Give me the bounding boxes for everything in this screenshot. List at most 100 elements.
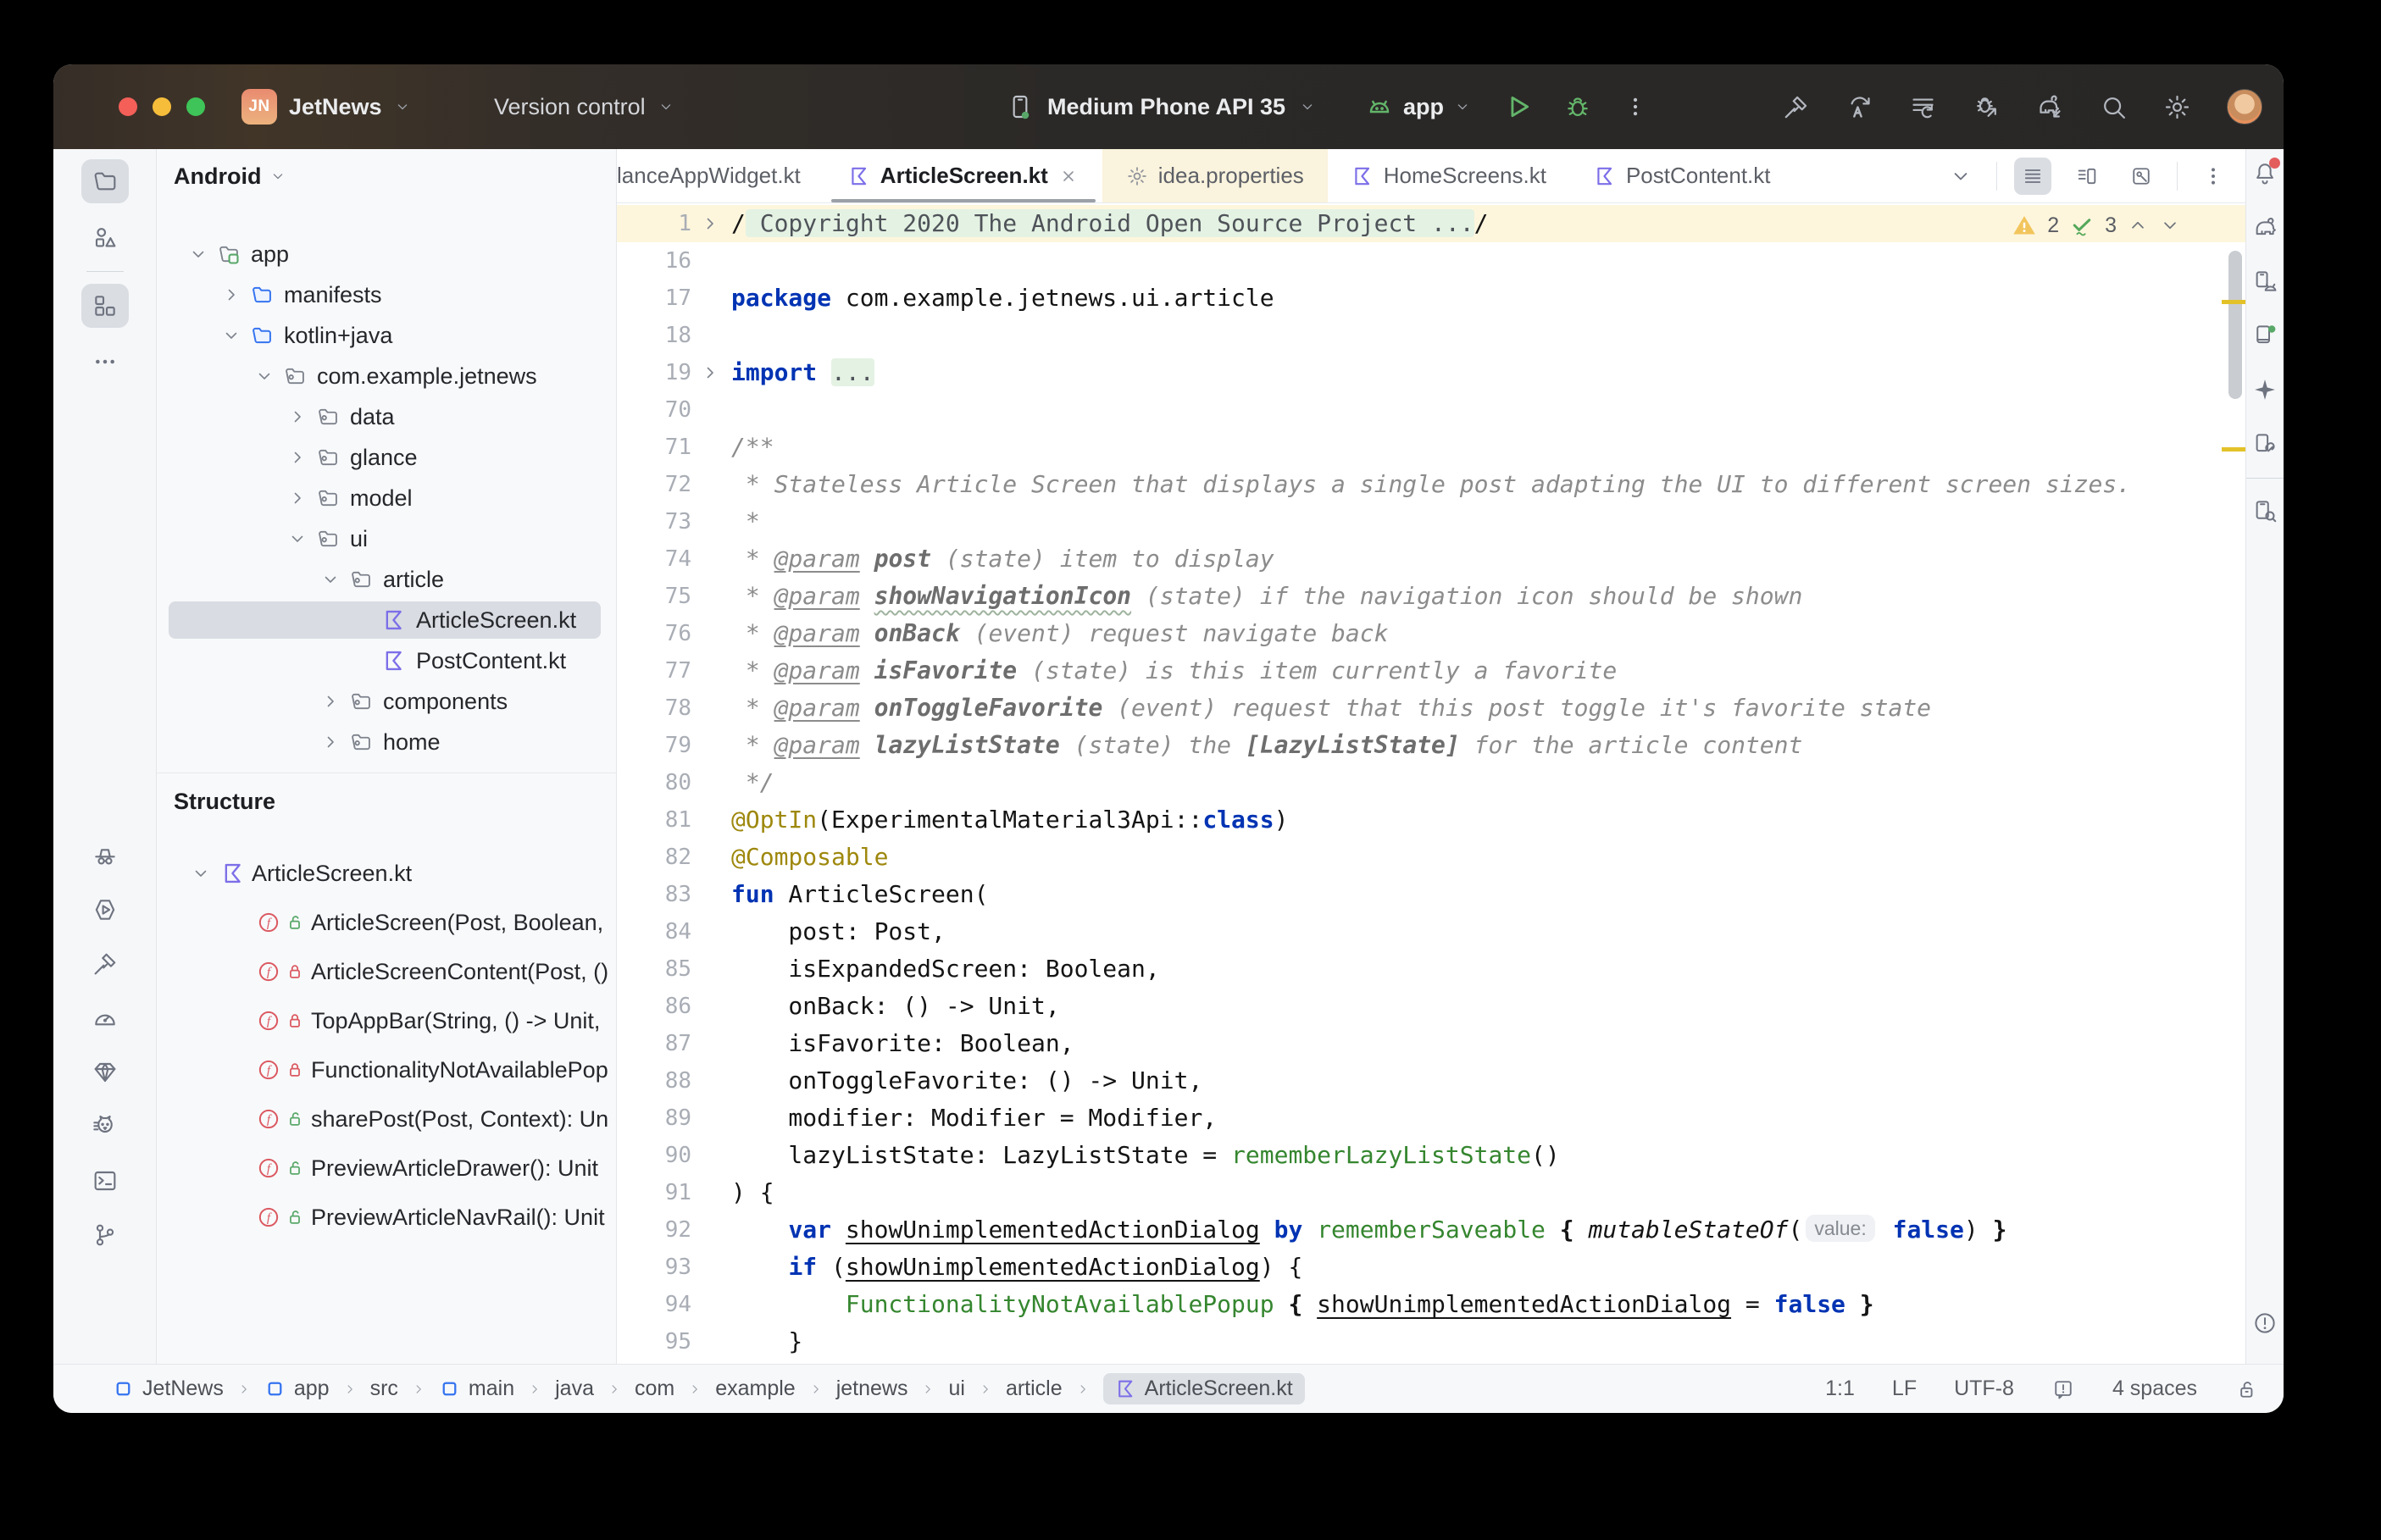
code-line[interactable]: 80 */ (617, 764, 2245, 801)
chevron-down-icon[interactable] (320, 569, 341, 590)
more-actions-button[interactable] (1623, 94, 1648, 119)
project-tree-item[interactable]: manifests (157, 274, 616, 315)
previous-issue-button[interactable] (2127, 214, 2149, 236)
project-tree-item[interactable]: app (157, 234, 616, 274)
code-view-button[interactable] (2014, 157, 2051, 195)
code-line[interactable]: 95 } (617, 1323, 2245, 1360)
resource-manager-button[interactable] (81, 215, 129, 259)
debug-button[interactable] (1563, 92, 1592, 121)
build-button[interactable] (1782, 93, 1810, 121)
code-line[interactable]: 93 if (showUnimplementedActionDialog) { (617, 1249, 2245, 1286)
gemini-button[interactable] (2248, 369, 2282, 410)
structure-panel-header[interactable]: Structure (157, 773, 616, 830)
fold-chevron-icon[interactable] (700, 213, 720, 234)
code-line[interactable]: 85 isExpandedScreen: Boolean, (617, 950, 2245, 988)
code-line[interactable]: 74 * @param post (state) item to display (617, 540, 2245, 578)
minimize-window-button[interactable] (153, 97, 171, 116)
code-line[interactable]: 18 (617, 317, 2245, 354)
project-tree-item[interactable]: home (157, 722, 616, 762)
code-line[interactable]: 77 * @param isFavorite (state) is this i… (617, 652, 2245, 690)
project-tree-item[interactable]: ui (157, 518, 616, 559)
project-tree-item[interactable]: model (157, 478, 616, 518)
avatar[interactable] (2227, 89, 2262, 125)
breadcrumb-item[interactable]: ui (948, 1377, 964, 1401)
code-line[interactable]: 1 / Copyright 2020 The Android Open Sour… (617, 205, 2245, 242)
breadcrumb-item[interactable]: main (439, 1377, 514, 1401)
close-window-button[interactable] (119, 97, 137, 116)
editor-tab[interactable]: HomeScreens.kt (1328, 149, 1570, 202)
chevron-right-icon[interactable] (221, 285, 241, 305)
run-button[interactable] (1504, 92, 1533, 121)
device-mirroring-button[interactable] (2248, 424, 2282, 464)
breadcrumb-item[interactable]: JetNews (113, 1377, 224, 1401)
notifications-button[interactable] (2248, 152, 2282, 193)
project-tree-item[interactable]: com.example.jetnews (157, 356, 616, 396)
structure-tool-button[interactable] (80, 284, 129, 328)
code-line[interactable]: 94 FunctionalityNotAvailablePopup { show… (617, 1286, 2245, 1323)
indent-setting[interactable]: 4 spaces (2112, 1377, 2197, 1401)
breadcrumb-item[interactable]: example (715, 1377, 796, 1401)
project-tree-item[interactable]: components (157, 681, 616, 722)
structure-item[interactable]: f TopAppBar(String, () -> Unit, (157, 996, 616, 1045)
editor-tab[interactable]: lanceAppWidget.kt (617, 149, 824, 202)
code-line[interactable]: 16 (617, 242, 2245, 280)
chevron-down-icon[interactable] (254, 366, 275, 386)
app-quality-insights-button[interactable] (81, 1050, 129, 1094)
breadcrumb-item[interactable]: ArticleScreen.kt (1102, 1373, 1305, 1404)
editor-tab[interactable]: PostContent.kt (1570, 149, 1795, 202)
code-line[interactable]: 82 @Composable (617, 839, 2245, 876)
code-line[interactable]: 87 isFavorite: Boolean, (617, 1025, 2245, 1062)
zoom-window-button[interactable] (186, 97, 205, 116)
running-devices-tool-button[interactable] (2248, 315, 2282, 356)
caret-position[interactable]: 1:1 (1825, 1377, 1855, 1401)
chevron-right-icon[interactable] (320, 691, 341, 712)
code-line[interactable]: 83 fun ArticleScreen( (617, 876, 2245, 913)
project-tree-item[interactable]: data (157, 396, 616, 437)
code-line[interactable]: 92 var showUnimplementedActionDialog by … (617, 1211, 2245, 1249)
code-line[interactable]: 70 (617, 391, 2245, 429)
code-line[interactable]: 78 * @param onToggleFavorite (event) req… (617, 690, 2245, 727)
editor-tab[interactable]: idea.properties (1102, 149, 1328, 202)
editor-options-button[interactable] (2195, 158, 2232, 195)
code-line[interactable]: 90 lazyListState: LazyListState = rememb… (617, 1137, 2245, 1174)
project-tree-item-partial[interactable] (157, 762, 616, 773)
structure-item[interactable]: f PreviewArticleNavRail(): Unit (157, 1193, 616, 1242)
build-tool-button[interactable] (81, 942, 129, 986)
project-view-selector[interactable]: Android (174, 163, 261, 190)
next-issue-button[interactable] (2159, 214, 2181, 236)
code-editor[interactable]: 1 / Copyright 2020 The Android Open Sour… (617, 203, 2245, 1364)
attach-debugger-button[interactable] (1973, 93, 2001, 121)
project-panel-header[interactable]: Android (157, 149, 616, 203)
profiler-tasks-button[interactable] (1909, 93, 1937, 121)
chevron-down-icon[interactable] (188, 244, 208, 264)
project-tree-item[interactable]: PostContent.kt (157, 640, 616, 681)
structure-item[interactable]: f ArticleScreenContent(Post, () (157, 947, 616, 996)
chevron-right-icon[interactable] (287, 488, 308, 508)
device-selector[interactable]: Medium Phone API 35 (1007, 64, 1316, 149)
logcat-button[interactable] (81, 1105, 129, 1149)
code-line[interactable]: 84 post: Post, (617, 913, 2245, 950)
running-devices-button[interactable] (81, 888, 129, 932)
version-control-button[interactable] (81, 1213, 129, 1257)
breadcrumb-item[interactable]: src (370, 1377, 398, 1401)
inspection-highlight-toggle[interactable] (2051, 1377, 2075, 1401)
chevron-right-icon[interactable] (287, 407, 308, 427)
chevron-right-icon[interactable] (287, 447, 308, 468)
code-line[interactable]: 79 * @param lazyListState (state) the [L… (617, 727, 2245, 764)
breadcrumb-item[interactable]: com (635, 1377, 674, 1401)
gradle-tool-button[interactable] (2248, 207, 2282, 247)
folded-region[interactable]: Copyright 2020 The Android Open Source P… (745, 209, 1474, 237)
chevron-down-icon[interactable] (287, 529, 308, 549)
chevron-right-icon[interactable] (320, 732, 341, 752)
fold-chevron-icon[interactable] (700, 363, 720, 383)
code-line[interactable]: 76 * @param onBack (event) request navig… (617, 615, 2245, 652)
structure-item[interactable]: f ArticleScreen(Post, Boolean, (157, 898, 616, 947)
project-widget[interactable]: JN JetNews (241, 64, 411, 149)
profiler-button[interactable] (81, 996, 129, 1040)
terminal-button[interactable] (81, 1159, 129, 1203)
search-everywhere-button[interactable] (2100, 93, 2128, 121)
hidden-tabs-button[interactable] (1942, 158, 1979, 195)
more-tool-windows-button[interactable] (81, 340, 129, 384)
device-manager-button[interactable] (2248, 261, 2282, 302)
code-line[interactable]: 17 package com.example.jetnews.ui.articl… (617, 280, 2245, 317)
